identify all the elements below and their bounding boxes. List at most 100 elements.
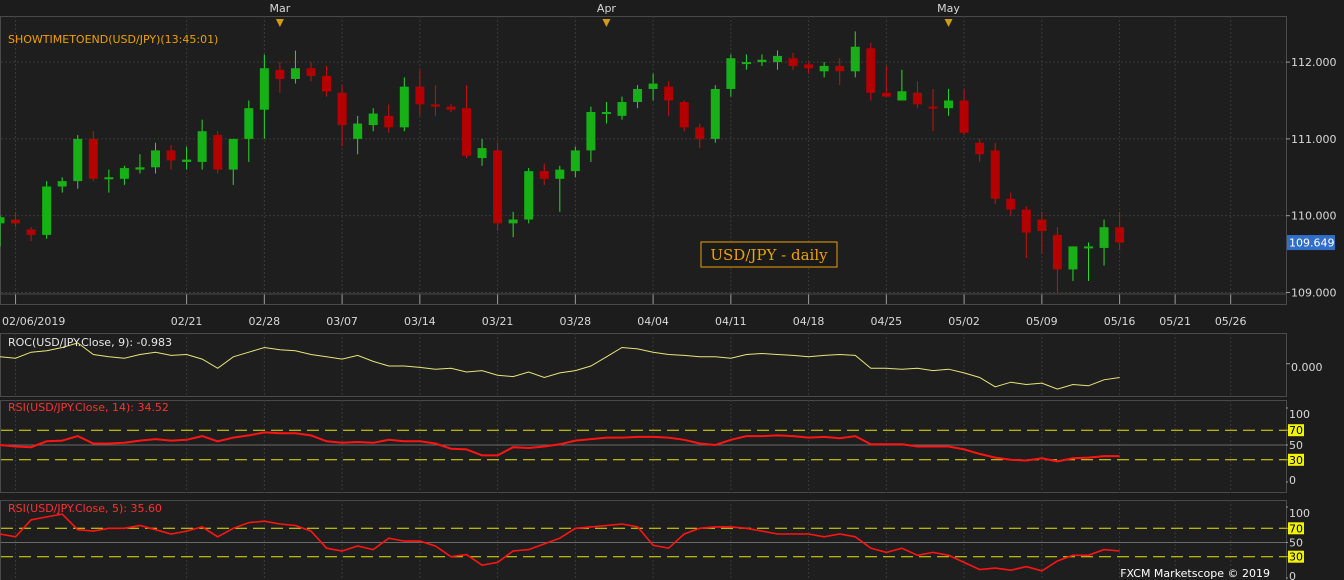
rsi14-panel[interactable] <box>0 400 1287 493</box>
candle-body <box>275 69 285 79</box>
candle-body <box>415 86 425 105</box>
candle <box>990 142 1000 205</box>
candle-body <box>119 168 129 179</box>
date-tick-label: 02/21 <box>171 315 203 328</box>
candle-body <box>259 68 269 110</box>
candle-body <box>975 142 985 155</box>
price-tick-label: 109.000 <box>1291 286 1337 299</box>
date-tick-label: 05/26 <box>1215 315 1247 328</box>
candle-body <box>539 171 549 179</box>
date-tick-label: 05/09 <box>1026 315 1058 328</box>
roc-label: ROC(USD/JPY.Close, 9): -0.983 <box>8 336 172 349</box>
date-tick-label: 05/21 <box>1159 315 1191 328</box>
candle <box>493 142 503 232</box>
candle-body <box>197 131 207 162</box>
instrument-label: SHOWTIMETOEND(USD/JPY)(13:45:01) <box>8 33 218 46</box>
candle-body <box>508 219 518 224</box>
candle-body <box>430 104 440 107</box>
candle-body <box>819 65 829 72</box>
candle-body <box>462 108 471 156</box>
candle-body <box>290 68 300 79</box>
date-tick-label: 04/18 <box>793 315 825 328</box>
candle-body <box>384 115 394 128</box>
candle-body <box>42 186 52 235</box>
candle-body <box>368 113 378 126</box>
rsi14-level-label: 70 <box>1289 424 1303 437</box>
candle-body <box>322 75 332 92</box>
candle-body <box>166 150 176 161</box>
candle-body <box>228 138 238 170</box>
candle <box>524 168 534 224</box>
candle-body <box>1052 234 1062 270</box>
rsi5-level-label: 70 <box>1289 522 1303 535</box>
watermark-box: USD/JPY - daily <box>700 241 838 268</box>
candle-body <box>912 92 922 105</box>
rsi5-level-label: 100 <box>1289 507 1310 520</box>
candle <box>710 85 720 143</box>
candle-body <box>586 112 596 151</box>
candle-body <box>990 150 1000 199</box>
date-tick-label: 03/07 <box>326 315 358 328</box>
price-tick-label: 112.000 <box>1291 56 1337 69</box>
candle-body <box>1021 209 1031 233</box>
rsi5-panel[interactable] <box>0 500 1287 580</box>
candle-body <box>1068 246 1078 270</box>
candle-body <box>773 55 782 63</box>
rsi5-level-label: 0 <box>1289 570 1296 580</box>
date-tick-label: 02/28 <box>248 315 280 328</box>
date-tick-label: 03/21 <box>482 315 514 328</box>
candle-body <box>0 217 5 224</box>
candle-body <box>182 159 192 162</box>
candle-body <box>446 106 456 110</box>
candle-body <box>741 62 751 65</box>
rsi5-level-label: 30 <box>1289 551 1303 564</box>
candle-body <box>835 65 845 72</box>
candle <box>679 100 689 132</box>
watermark-label: USD/JPY - daily <box>710 246 828 264</box>
date-tick-label: 04/25 <box>870 315 902 328</box>
candle-body <box>399 86 409 128</box>
candle-body <box>135 167 145 170</box>
month-label: Apr <box>597 2 617 15</box>
rsi14-label: RSI(USD/JPY.Close, 14): 34.52 <box>8 401 169 414</box>
rsi14-level-label: 30 <box>1289 454 1303 467</box>
candle-body <box>757 59 767 63</box>
candle-body <box>151 150 160 168</box>
candle-body <box>57 181 67 187</box>
candle-body <box>244 108 254 139</box>
candle-body <box>695 127 705 139</box>
candle-body <box>648 83 658 89</box>
month-label: May <box>937 2 960 15</box>
candle-body <box>617 102 627 116</box>
date-tick-label: 03/14 <box>404 315 436 328</box>
candle-body <box>555 169 565 179</box>
price-panel[interactable] <box>0 16 1287 305</box>
candle-body <box>710 88 720 139</box>
candle-body <box>928 106 938 109</box>
rsi14-level-label: 100 <box>1289 408 1310 421</box>
candle-body <box>679 102 689 128</box>
rsi5-level-label: 50 <box>1289 537 1303 550</box>
candle-body <box>353 123 363 139</box>
chart-canvas[interactable]: Mar Apr May 109.000 110.000 111.000 112.000 0… <box>0 0 1344 580</box>
candle-body <box>493 150 503 224</box>
date-tick-label: 04/04 <box>637 315 669 328</box>
candle-body <box>11 219 21 224</box>
candle-body <box>1084 246 1093 249</box>
candle-body <box>944 100 954 109</box>
candle-body <box>1006 198 1016 210</box>
roc-panel[interactable] <box>0 333 1287 397</box>
candle-body <box>26 229 36 235</box>
candle-body <box>959 100 969 133</box>
candle <box>73 135 83 189</box>
date-tick-label: 05/02 <box>948 315 980 328</box>
candle-body <box>866 48 876 93</box>
candle-body <box>601 112 611 114</box>
candle-body <box>88 138 98 179</box>
candle-body <box>477 148 487 159</box>
candle-body <box>337 92 347 126</box>
candle-body <box>524 171 534 220</box>
candle-body <box>850 46 860 72</box>
candle-body <box>804 64 814 69</box>
candle-body <box>213 135 223 170</box>
